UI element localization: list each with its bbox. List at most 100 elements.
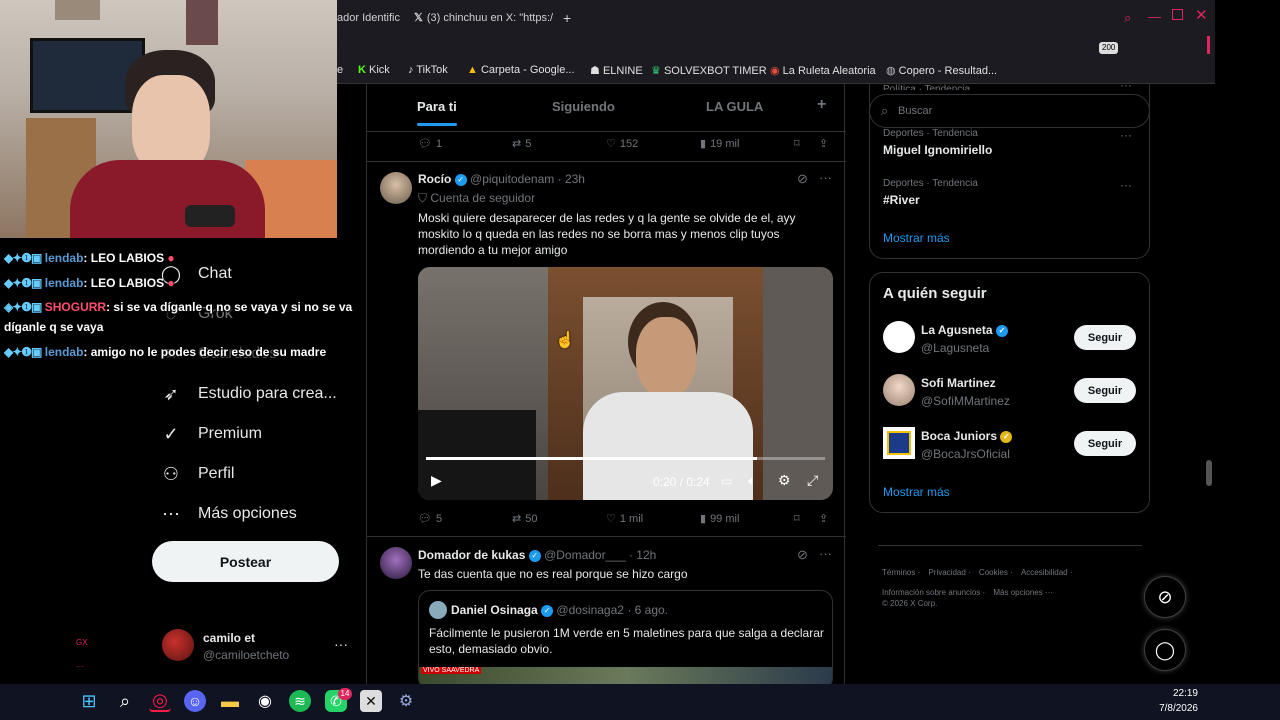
follow-name[interactable]: La Agusneta ✓ [921,323,1008,337]
bookmark-kick[interactable]: K Kick [358,64,390,76]
folder-icon[interactable]: ▬ [219,690,241,712]
minimize-icon[interactable]: — [1148,9,1161,24]
search-icon[interactable]: ⌕ [114,690,136,712]
show-more-link[interactable]: Mostrar más [883,485,950,499]
repost-button[interactable]: ⇄ 50 [512,512,537,526]
show-more-link[interactable]: Mostrar más [883,231,950,245]
quoted-tweet[interactable]: Daniel Osinaga ✓ @dosinaga2 · 6 ago. Fác… [418,590,833,690]
steam-icon[interactable]: ⚙ [395,690,417,712]
new-tab-button[interactable]: + [563,6,577,30]
search-icon[interactable]: ⌕ [1124,10,1131,26]
more-icon[interactable]: ··· [819,546,832,561]
like-button[interactable]: ♡ 152 [606,137,638,151]
fullscreen-icon[interactable]: ⤢ [807,472,818,489]
bookmark-ruleta[interactable]: ◉ La Ruleta Aleatoria [770,64,876,77]
nav-item-profile[interactable]: ⚇ Perfil [160,458,235,490]
avatar[interactable] [883,427,915,459]
footer-link[interactable]: Términos [882,568,915,577]
author-handle[interactable]: @Domador___ [544,548,626,562]
trend-item[interactable]: Deportes · Tendencia #River [883,178,978,207]
trend-more-icon[interactable]: ··· [1120,78,1132,92]
tab-siguiendo[interactable]: Siguiendo [552,99,615,114]
windows-start-icon[interactable]: ⊞ [78,690,100,712]
footer-link[interactable]: Más opciones ··· [993,588,1053,597]
footer-link[interactable]: Privacidad [928,568,965,577]
trend-item[interactable]: Deportes · Tendencia Miguel Ignomiriello [883,128,992,157]
share-button[interactable]: ⇪ [819,137,828,150]
grok-icon[interactable]: ⊘ [797,171,808,187]
trend-more-icon[interactable]: ··· [1120,178,1132,192]
tweet-time[interactable]: · 23h [558,172,585,186]
follow-button[interactable]: Seguir [1074,378,1136,403]
clock-date[interactable]: 7/8/2026 [1150,703,1198,714]
obs-icon[interactable]: ◉ [254,690,276,712]
spotify-icon[interactable]: ≋ [289,690,311,712]
footer-link[interactable]: Cookies [979,568,1008,577]
close-icon[interactable]: ✕ [1195,6,1208,24]
avatar[interactable] [380,547,412,579]
bookmark-drive[interactable]: ▲ Carpeta - Google... [467,64,575,76]
verified-badge-icon: ✓ [528,549,541,562]
views-button[interactable]: ▮ 99 mil [700,512,739,526]
bookmark-item[interactable]: e [337,64,343,76]
avatar[interactable] [883,321,915,353]
more-icon[interactable]: ··· [819,170,832,185]
add-tab-button[interactable]: + [817,96,826,114]
bookmark-solvexbot[interactable]: ♛ SOLVEXBOT TIMER [651,64,767,77]
play-icon[interactable]: ▶ [431,472,442,489]
like-button[interactable]: ♡ 1 mil [606,512,643,526]
whatsapp-badge: 14 [338,688,352,700]
messages-fab-icon[interactable]: ◯ [1144,629,1186,671]
tab-para-ti[interactable]: Para ti [417,99,457,114]
bookmark-button[interactable]: ⌑ [794,137,800,150]
browser-tab[interactable]: ador Identific [337,6,407,30]
share-button[interactable]: ⇪ [819,512,828,525]
captions-icon[interactable]: ▭ [721,474,732,488]
trend-category: Política · Tendencia [883,84,971,90]
nav-item-premium[interactable]: ✓ Premium [160,418,262,450]
views-button[interactable]: ▮ 19 mil [700,137,739,151]
reply-button[interactable]: 💬︎ 5 [418,512,442,526]
clock-time[interactable]: 22:19 [1160,688,1198,699]
follow-button[interactable]: Seguir [1074,325,1136,350]
grok-icon[interactable]: ⊘ [797,547,808,563]
tweet-text: Moski quiere desaparecer de las redes y … [418,211,796,257]
video-player[interactable]: ▶ 0:20 / 0:24 ▭ 🔈︎ ⚙ ⤢ [418,267,833,500]
chat-username: lendab [44,251,84,265]
grok-fab-icon[interactable]: ⊘ [1144,576,1186,618]
footer-link[interactable]: Información sobre anuncios [882,588,980,597]
nav-item-studio[interactable]: ➶ Estudio para crea... [160,378,336,410]
tab-la-gula[interactable]: LA GULA [706,99,763,114]
nav-item-more[interactable]: ⋯ Más opciones [160,498,297,530]
volume-icon[interactable]: 🔈︎ [748,473,756,489]
bookmark-elnine[interactable]: ☗ ELNINE [590,64,643,77]
reply-button[interactable]: 💬︎ 1 [418,137,442,151]
maximize-icon[interactable] [1172,9,1183,20]
opera-gx-icon[interactable]: ◎ [149,690,171,712]
author-name[interactable]: Domador de kukas [418,548,525,562]
browser-tab-active[interactable]: 𝕏 (3) chinchuu en X: "https:/ [414,6,554,30]
tweet-header: Rocío ✓ @piquitodenam · 23h [418,172,585,186]
trend-more-icon[interactable]: ··· [1120,128,1132,142]
follow-name[interactable]: Boca Juniors ✓ [921,429,1013,443]
author-name[interactable]: Rocío [418,172,451,186]
tweet-time[interactable]: · 12h [629,548,656,562]
capcut-icon[interactable]: ✕ [360,690,382,712]
footer-link[interactable]: Accesibilidad [1021,568,1068,577]
bookmark-tiktok[interactable]: ♪ TikTok [408,64,448,76]
follow-button[interactable]: Seguir [1074,431,1136,456]
discord-icon[interactable]: ☺ [184,690,206,712]
avatar[interactable] [162,629,194,661]
settings-icon[interactable]: ⚙ [778,472,791,489]
account-menu-icon[interactable]: ··· [334,636,348,652]
avatar[interactable] [380,172,412,204]
repost-button[interactable]: ⇄ 5 [512,137,531,151]
post-button[interactable]: Postear [152,541,339,582]
divider [878,545,1142,546]
author-handle[interactable]: @piquitodenam [470,172,554,186]
bookmark-button[interactable]: ⌑ [794,512,800,525]
avatar[interactable] [883,374,915,406]
bookmark-copero[interactable]: ◍ Copero - Resultad... [886,64,997,77]
scrollbar-thumb[interactable] [1206,460,1212,486]
follow-name[interactable]: Sofi Martinez [921,376,996,390]
